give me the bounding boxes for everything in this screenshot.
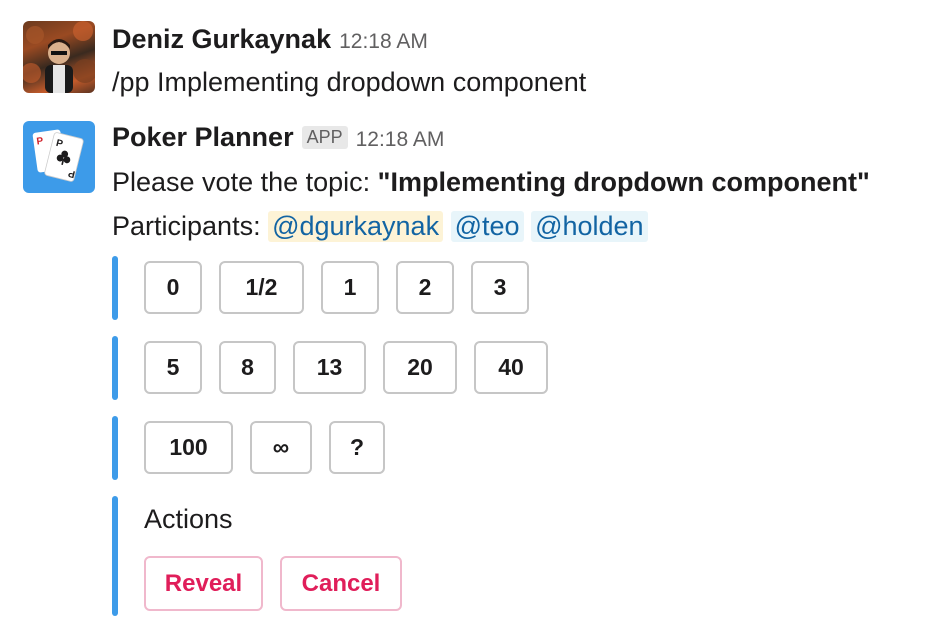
- vote-block-row-1: 0 1/2 1 2 3: [112, 256, 529, 320]
- vote-topic: "Implementing dropdown component": [377, 167, 870, 197]
- vote-buttons-row-2: 5 8 13 20 40: [144, 341, 548, 394]
- mention-dgurkaynak[interactable]: @dgurkaynak: [268, 211, 444, 242]
- vote-button-3[interactable]: 3: [471, 261, 529, 314]
- vote-button-5[interactable]: 5: [144, 341, 202, 394]
- vote-button-40[interactable]: 40: [474, 341, 548, 394]
- message-timestamp[interactable]: 12:18 AM: [356, 128, 445, 152]
- vote-button-100[interactable]: 100: [144, 421, 233, 474]
- participants-line: Participants: @dgurkaynak @teo @holden: [112, 211, 648, 242]
- vote-button-20[interactable]: 20: [383, 341, 457, 394]
- sender-name[interactable]: Deniz Gurkaynak: [112, 24, 331, 55]
- vote-block-row-2: 5 8 13 20 40: [112, 336, 548, 400]
- vote-button-question[interactable]: ?: [329, 421, 385, 474]
- app-badge: APP: [301, 126, 348, 149]
- reveal-button[interactable]: Reveal: [144, 556, 263, 611]
- bot-sender-line: Poker Planner APP 12:18 AM: [112, 122, 444, 153]
- bot-avatar[interactable]: P P P: [23, 121, 95, 193]
- vote-block-row-3: 100 ∞ ?: [112, 416, 385, 480]
- vote-button-2[interactable]: 2: [396, 261, 454, 314]
- vote-button-13[interactable]: 13: [293, 341, 366, 394]
- user-sender-line: Deniz Gurkaynak 12:18 AM: [112, 24, 428, 55]
- actions-label: Actions: [144, 504, 233, 534]
- vote-prompt: Please vote the topic: "Implementing dro…: [112, 167, 870, 198]
- message-timestamp[interactable]: 12:18 AM: [339, 30, 428, 54]
- playing-cards-icon: P P P: [32, 129, 84, 182]
- vote-buttons-row-1: 0 1/2 1 2 3: [144, 261, 529, 314]
- vote-button-infinity[interactable]: ∞: [250, 421, 312, 474]
- actions-block: Actions Reveal Cancel: [112, 496, 402, 616]
- vote-buttons-row-3: 100 ∞ ?: [144, 421, 385, 474]
- cancel-button[interactable]: Cancel: [280, 556, 402, 611]
- vote-button-half[interactable]: 1/2: [219, 261, 304, 314]
- mention-holden[interactable]: @holden: [531, 211, 648, 242]
- vote-prompt-prefix: Please vote the topic:: [112, 167, 378, 197]
- sender-name[interactable]: Poker Planner: [112, 122, 294, 153]
- vote-button-1[interactable]: 1: [321, 261, 379, 314]
- user-avatar[interactable]: [23, 21, 95, 93]
- action-buttons: Reveal Cancel: [144, 556, 402, 611]
- person-photo-icon: [23, 21, 95, 93]
- vote-button-0[interactable]: 0: [144, 261, 202, 314]
- vote-button-8[interactable]: 8: [219, 341, 276, 394]
- mention-teo[interactable]: @teo: [450, 211, 524, 242]
- participants-label: Participants:: [112, 211, 269, 241]
- message-text: /pp Implementing dropdown component: [112, 67, 587, 97]
